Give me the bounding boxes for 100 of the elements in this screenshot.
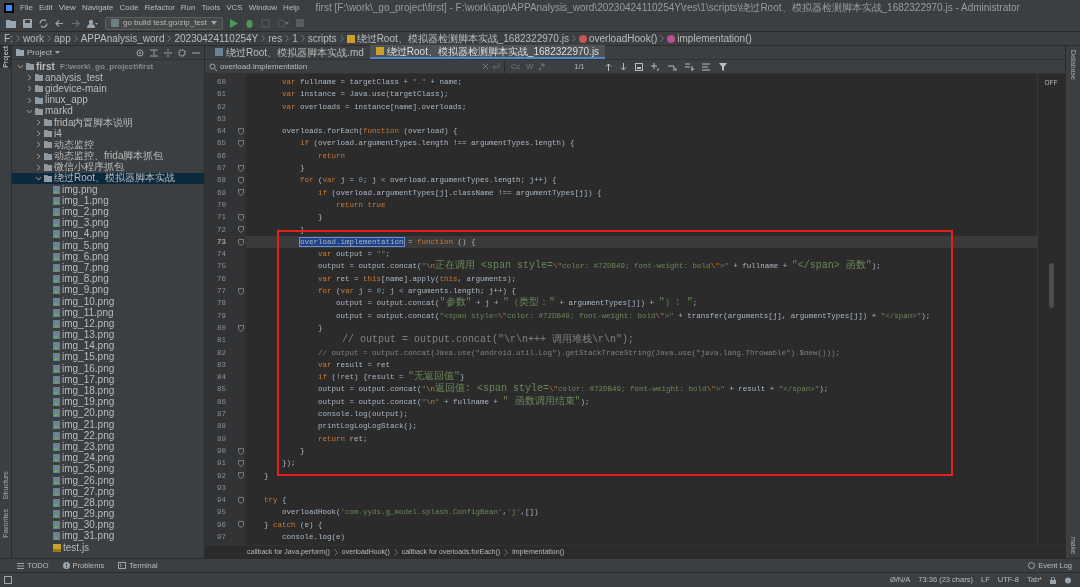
chevron-down-icon — [35, 174, 42, 182]
tree-item[interactable]: i4 — [12, 128, 204, 140]
tree-item[interactable]: 微信小程序抓包 — [12, 161, 204, 173]
image-file-icon — [53, 442, 60, 451]
settings-gear-icon[interactable] — [178, 48, 186, 57]
tree-item[interactable]: img_17.png — [12, 374, 204, 386]
image-file-icon — [53, 465, 60, 474]
forward-arrow-icon[interactable] — [71, 18, 80, 28]
tree-item[interactable]: img_4.png — [12, 228, 204, 240]
tree-item[interactable]: img_25.png — [12, 463, 204, 475]
tree-item[interactable]: img_18.png — [12, 385, 204, 397]
tree-item[interactable]: img_1.png — [12, 195, 204, 207]
expand-all-icon[interactable] — [164, 48, 172, 57]
menu-item[interactable]: Help — [283, 1, 300, 14]
tree-item[interactable]: img_24.png — [12, 452, 204, 464]
tree-item[interactable]: 动态监控 — [12, 139, 204, 151]
tree-item[interactable]: img_26.png — [12, 474, 204, 487]
tree-item[interactable]: img_29.png — [12, 508, 204, 520]
markdown-file-icon — [215, 48, 223, 56]
breadcrumb-item[interactable]: work — [22, 31, 44, 46]
menu-item[interactable]: VCS — [226, 1, 243, 14]
breadcrumb-item[interactable]: scripts — [307, 31, 337, 46]
breadcrumb-item[interactable]: app — [54, 31, 71, 46]
tree-item[interactable]: linux_app — [12, 94, 204, 106]
tree-item[interactable]: img_31.png — [12, 530, 204, 543]
tree-item[interactable]: 动态监控、frida脚本抓包 — [12, 150, 204, 162]
editor-tab[interactable]: 绕过Root、模拟器检测脚本实战_1682322970.js — [369, 45, 606, 59]
tree-item[interactable]: img_8.png — [12, 273, 204, 285]
filter-icon[interactable] — [718, 62, 727, 71]
tree-item[interactable]: img_13.png — [12, 329, 204, 341]
menu-item[interactable]: Edit — [38, 1, 53, 14]
tree-item[interactable]: img_19.png — [12, 396, 204, 408]
save-icon[interactable] — [23, 18, 32, 28]
tree-item[interactable]: img_7.png — [12, 262, 204, 274]
user-icon[interactable] — [87, 18, 98, 28]
run-icon[interactable] — [230, 18, 239, 28]
tree-item[interactable]: img_11.png — [12, 307, 204, 319]
tree-item[interactable]: first F:\work\_go_project\first — [12, 61, 204, 73]
menu-item[interactable]: Navigate — [81, 1, 114, 14]
tree-item[interactable]: img.png — [12, 184, 204, 196]
arrow-up-icon[interactable] — [604, 62, 612, 71]
tree-item[interactable]: img_15.png — [12, 351, 204, 364]
breadcrumb-item[interactable]: res — [268, 31, 283, 46]
menu-item[interactable]: File — [20, 1, 33, 14]
scrollbar-thumb[interactable] — [1048, 262, 1054, 308]
search-field[interactable]: overload.implementation — [205, 59, 505, 74]
tree-item[interactable]: img_2.png — [12, 206, 204, 218]
arrow-down-icon[interactable] — [619, 62, 627, 71]
tree-item[interactable]: img_23.png — [12, 441, 204, 453]
target-icon[interactable] — [136, 48, 144, 57]
tree-item[interactable]: img_10.png — [12, 295, 204, 308]
project-view-dropdown[interactable]: Project — [16, 46, 60, 59]
tree-item[interactable]: img_30.png — [12, 519, 204, 531]
tree-item[interactable]: frida内置脚本说明 — [12, 116, 204, 129]
menu-item[interactable]: Code — [119, 1, 139, 14]
breadcrumb-item[interactable]: implementation() — [667, 31, 752, 46]
warning-circle-icon — [62, 562, 70, 569]
breadcrumb-item[interactable]: F: — [4, 31, 13, 46]
tree-item[interactable]: img_5.png — [12, 240, 204, 252]
tree-item[interactable]: 绕过Root、模拟器脚本实战 — [12, 172, 204, 185]
tree-item[interactable]: img_27.png — [12, 486, 204, 498]
chevron-right-icon — [167, 35, 172, 42]
breadcrumb-item[interactable]: 1 — [292, 31, 298, 46]
run-config-dropdown[interactable]: go build test.go/zip_test — [105, 16, 224, 30]
menu-item[interactable]: Run — [180, 1, 196, 14]
sync-icon[interactable] — [39, 18, 48, 28]
tree-item[interactable]: img_20.png — [12, 407, 204, 419]
breadcrumb-item[interactable]: overloadHook() — [578, 31, 658, 46]
tree-item[interactable]: img_12.png — [12, 318, 204, 330]
chevron-right-icon — [504, 548, 509, 556]
js-file-icon — [375, 47, 384, 55]
tree-item[interactable]: img_28.png — [12, 497, 204, 509]
breadcrumb-item[interactable]: 绕过Root、模拟器检测脚本实战_1682322970.js — [346, 31, 569, 46]
select-all-icon[interactable] — [634, 62, 643, 71]
tree-item[interactable]: analysis_test — [12, 72, 204, 84]
image-file-icon — [53, 431, 60, 440]
tree-item[interactable]: markd — [12, 105, 204, 117]
collapse-all-icon[interactable] — [150, 48, 158, 57]
breadcrumb-item[interactable]: APPAnalysis_word — [80, 31, 165, 46]
newline-icon — [492, 63, 500, 70]
tree-item[interactable]: img_22.png — [12, 430, 204, 442]
tree-item[interactable]: img_21.png — [12, 419, 204, 431]
tree-item[interactable]: img_3.png — [12, 217, 204, 229]
menu-item[interactable]: Refactor — [144, 1, 175, 14]
menu-item[interactable]: Window — [248, 1, 278, 14]
tree-item[interactable]: gidevice-main — [12, 83, 204, 95]
tree-item[interactable]: test.js — [12, 542, 204, 554]
folder-icon[interactable] — [6, 18, 16, 28]
tree-item[interactable]: img_9.png — [12, 284, 204, 296]
menu-item[interactable]: Tools — [201, 1, 221, 14]
tree-item[interactable]: img_16.png — [12, 363, 204, 375]
editor-tab[interactable]: 绕过Root、模拟器脚本实战.md — [209, 45, 370, 59]
tree-item[interactable]: img_14.png — [12, 340, 204, 352]
menu-item[interactable]: View — [58, 1, 76, 14]
breadcrumb-item[interactable]: 20230424110254Y — [174, 31, 259, 46]
caret-icon — [211, 21, 218, 25]
back-arrow-icon[interactable] — [55, 18, 64, 28]
chevron-right-icon — [393, 548, 398, 556]
image-file-icon — [53, 297, 60, 306]
tree-item[interactable]: img_6.png — [12, 251, 204, 263]
